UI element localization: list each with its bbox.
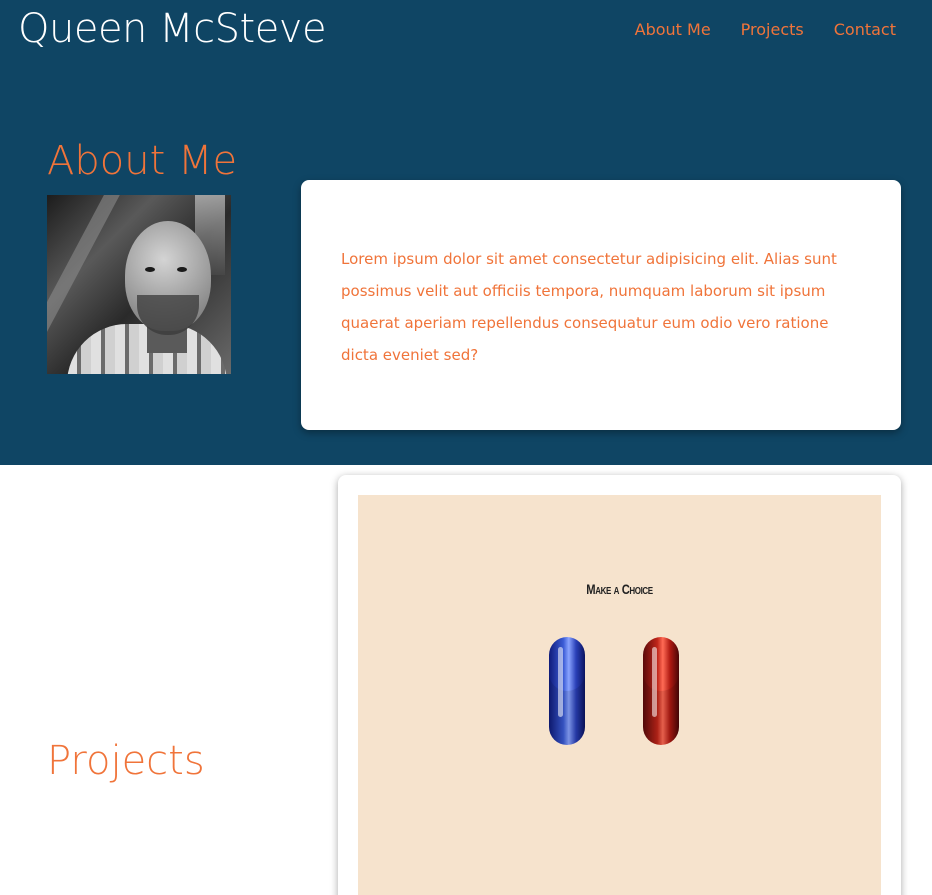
page: Queen McSteve About Me Projects Contact …: [0, 0, 932, 895]
profile-photo: [47, 195, 231, 374]
blue-pill-icon: [549, 637, 585, 745]
site-title[interactable]: Queen McSteve: [18, 6, 327, 52]
project-thumbnail[interactable]: Make a Choice: [358, 495, 881, 895]
about-card: Lorem ipsum dolor sit amet consectetur a…: [301, 180, 901, 430]
nav-link-about-me[interactable]: About Me: [635, 20, 711, 39]
about-heading: About Me: [47, 138, 238, 184]
nav-link-contact[interactable]: Contact: [834, 20, 896, 39]
nav-link-projects[interactable]: Projects: [741, 20, 804, 39]
about-section: Queen McSteve About Me Projects Contact …: [0, 0, 932, 465]
project-card[interactable]: Make a Choice: [338, 475, 901, 895]
red-pill-icon: [643, 637, 679, 745]
main-nav: About Me Projects Contact: [635, 20, 896, 39]
projects-heading: Projects: [47, 738, 205, 784]
project-caption: Make a Choice: [586, 581, 653, 597]
about-text: Lorem ipsum dolor sit amet consectetur a…: [341, 250, 837, 364]
